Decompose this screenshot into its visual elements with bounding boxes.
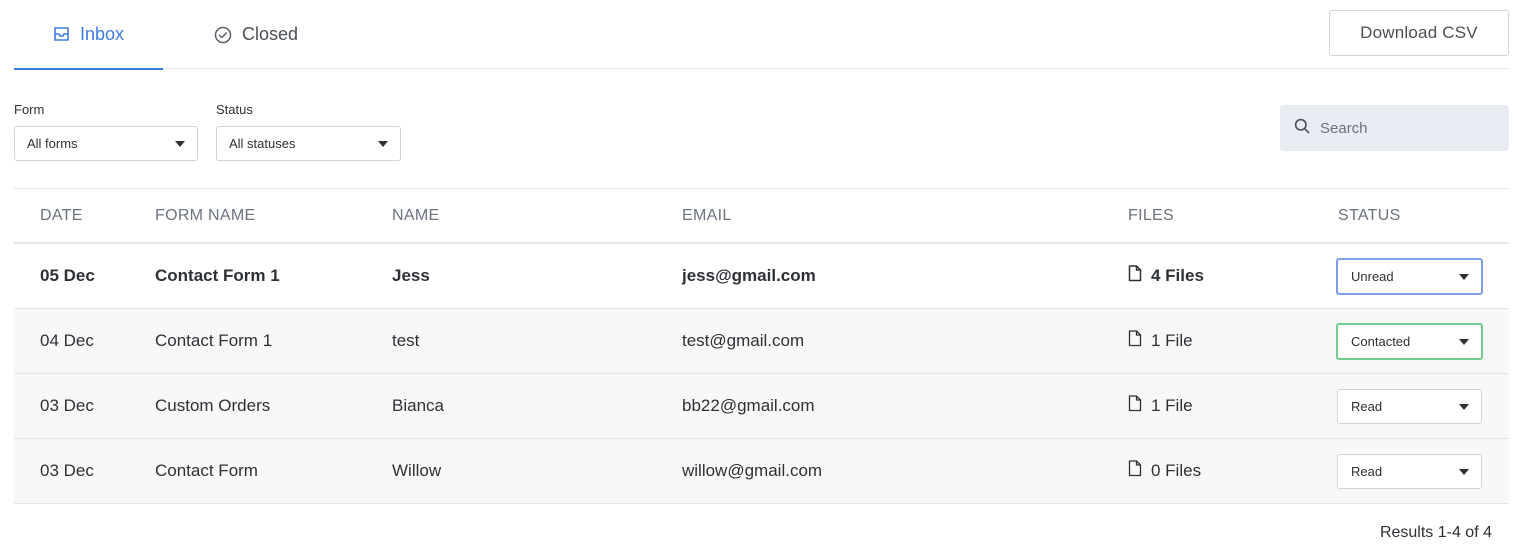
form-name-cell: Contact Form 1 <box>155 266 280 285</box>
status-select[interactable]: Unread <box>1336 258 1483 295</box>
submissions-table: DATE FORM NAME NAME EMAIL FILES STATUS 0… <box>14 188 1509 504</box>
email-cell: bb22@gmail.com <box>682 396 815 415</box>
download-csv-button[interactable]: Download CSV <box>1329 10 1509 56</box>
tab-closed-label: Closed <box>242 24 299 44</box>
column-header-form-name[interactable]: FORM NAME <box>155 189 255 243</box>
status-filter-label: Status <box>216 102 253 117</box>
form-filter-value: All forms <box>27 136 78 151</box>
tab-closed[interactable]: Closed <box>214 0 298 69</box>
name-cell: test <box>392 331 420 350</box>
column-header-files[interactable]: FILES <box>1128 189 1174 243</box>
file-icon <box>1128 460 1142 482</box>
column-header-email[interactable]: EMAIL <box>682 189 732 243</box>
search-icon <box>1294 118 1310 139</box>
files-count: 1 File <box>1151 331 1193 350</box>
caret-down-icon <box>1459 403 1469 410</box>
files-cell[interactable]: 1 File <box>1128 374 1193 438</box>
file-icon <box>1128 395 1142 417</box>
status-value: Contacted <box>1351 334 1411 349</box>
caret-down-icon <box>378 140 388 147</box>
files-count: 0 Files <box>1151 461 1202 480</box>
name-cell: Willow <box>392 461 442 480</box>
name-cell: Jess <box>392 266 430 285</box>
status-select[interactable]: Read <box>1337 454 1482 489</box>
table-row[interactable]: 05 Dec Contact Form 1 Jess jess@gmail.co… <box>14 244 1509 309</box>
table-row[interactable]: 03 Dec Contact Form Willow willow@gmail.… <box>14 439 1509 504</box>
caret-down-icon <box>1459 468 1469 475</box>
search-input[interactable] <box>1320 119 1490 137</box>
inbox-icon <box>53 26 70 42</box>
check-circle-icon <box>214 26 232 44</box>
files-count: 1 File <box>1151 396 1193 415</box>
files-cell[interactable]: 4 Files <box>1128 244 1204 308</box>
tab-bar: Inbox Closed <box>14 0 1509 70</box>
column-header-date[interactable]: DATE <box>40 189 83 243</box>
caret-down-icon <box>175 140 185 147</box>
status-value: Unread <box>1351 269 1394 284</box>
date-cell: 05 Dec <box>40 266 95 285</box>
table-row[interactable]: 03 Dec Custom Orders Bianca bb22@gmail.c… <box>14 374 1509 439</box>
caret-down-icon <box>1459 273 1469 280</box>
files-cell[interactable]: 0 Files <box>1128 439 1201 503</box>
name-cell: Bianca <box>392 396 444 415</box>
tab-inbox-label: Inbox <box>79 23 125 44</box>
tab-inbox[interactable]: Inbox <box>14 0 163 70</box>
files-cell[interactable]: 1 File <box>1128 309 1193 373</box>
table-header: DATE FORM NAME NAME EMAIL FILES STATUS <box>14 188 1509 244</box>
form-filter-label: Form <box>14 102 45 117</box>
status-value: Read <box>1351 399 1383 414</box>
files-count: 4 Files <box>1151 266 1204 285</box>
caret-down-icon <box>1459 338 1469 345</box>
form-name-cell: Contact Form 1 <box>155 331 273 350</box>
date-cell: 04 Dec <box>40 331 94 350</box>
status-value: Read <box>1351 464 1383 479</box>
file-icon <box>1128 330 1142 352</box>
email-cell: jess@gmail.com <box>682 266 816 285</box>
form-name-cell: Contact Form <box>155 461 258 480</box>
status-select[interactable]: Read <box>1337 389 1482 424</box>
search-box <box>1280 105 1509 151</box>
date-cell: 03 Dec <box>40 396 94 415</box>
email-cell: test@gmail.com <box>682 331 805 350</box>
status-filter-value: All statuses <box>229 136 296 151</box>
file-icon <box>1128 265 1142 287</box>
form-name-cell: Custom Orders <box>155 396 271 415</box>
status-select[interactable]: Contacted <box>1336 323 1483 360</box>
table-row[interactable]: 04 Dec Contact Form 1 test test@gmail.co… <box>14 309 1509 374</box>
form-filter-select[interactable]: All forms <box>14 126 198 161</box>
email-cell: willow@gmail.com <box>682 461 823 480</box>
results-count: Results 1-4 of 4 <box>1379 524 1492 541</box>
status-filter-select[interactable]: All statuses <box>216 126 401 161</box>
column-header-status[interactable]: STATUS <box>1338 189 1401 243</box>
column-header-name[interactable]: NAME <box>392 189 439 243</box>
date-cell: 03 Dec <box>40 461 94 480</box>
